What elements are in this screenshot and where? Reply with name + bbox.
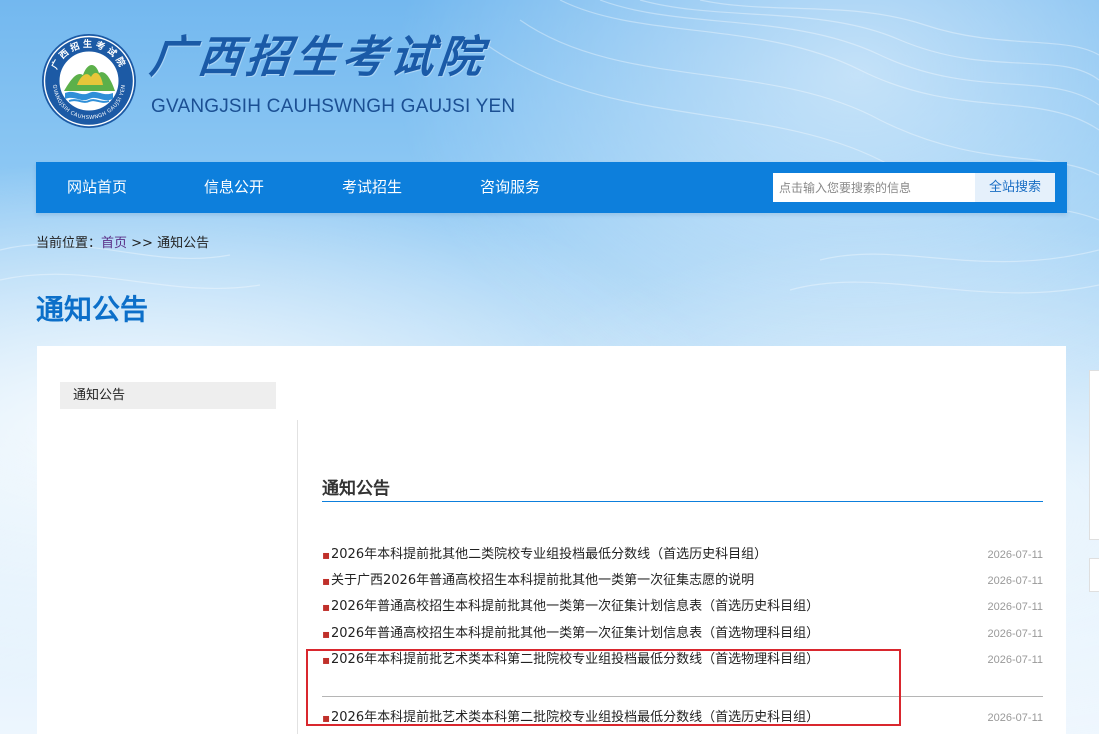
bullet-icon: ▪ [322, 627, 331, 641]
nav-item-exam-admission[interactable]: 考试招生 [342, 162, 402, 213]
list-item: ▪ 2026年本科提前批其他二类院校专业组投档最低分数线（首选历史科目组） 20… [322, 545, 1043, 565]
news-title-link[interactable]: 2026年本科提前批其他二类院校专业组投档最低分数线（首选历史科目组） [331, 545, 767, 565]
right-float-tab[interactable] [1089, 558, 1099, 592]
sidebar-divider [297, 420, 298, 734]
news-title-link[interactable]: 2026年本科提前批艺术类本科第二批院校专业组投档最低分数线（首选历史科目组） [331, 708, 819, 728]
sidebar-item-notices[interactable]: 通知公告 [60, 382, 276, 409]
logo-seal: 广西招生考试院 GVANGJSIH CAUHSWNGH GAUJSI YEN [42, 34, 136, 128]
list-item: ▪ 2026年本科提前批艺术类本科第二批院校专业组投档最低分数线（首选物理科目组… [322, 650, 1043, 670]
search-input[interactable] [773, 173, 975, 202]
page-title: 通知公告 [36, 293, 149, 326]
breadcrumb-home-link[interactable]: 首页 [101, 236, 127, 251]
content-panel: 通知公告 通知公告 ▪ 2026年本科提前批其他二类院校专业组投档最低分数线（首… [37, 346, 1066, 734]
breadcrumb-separator: >> [127, 236, 158, 251]
main-nav-bar: 网站首页 信息公开 考试招生 咨询服务 全站搜索 [36, 162, 1067, 213]
news-date: 2026-07-11 [987, 628, 1043, 640]
breadcrumb: 当前位置：首页 >> 通知公告 [36, 232, 209, 251]
section-title: 通知公告 [322, 479, 390, 499]
site-search-button[interactable]: 全站搜索 [975, 173, 1055, 202]
news-date: 2026-07-11 [987, 712, 1043, 724]
bullet-icon: ▪ [322, 711, 331, 725]
bullet-icon: ▪ [322, 548, 331, 562]
site-title-cn: 广西招生考试院 [147, 32, 489, 83]
news-title-link[interactable]: 2026年普通高校招生本科提前批其他一类第一次征集计划信息表（首选历史科目组） [331, 597, 819, 617]
news-date: 2026-07-11 [987, 654, 1043, 666]
bullet-icon: ▪ [322, 574, 331, 588]
nav-item-consult-service[interactable]: 咨询服务 [480, 162, 540, 213]
news-title-link[interactable]: 2026年普通高校招生本科提前批其他一类第一次征集计划信息表（首选物理科目组） [331, 624, 819, 644]
bullet-icon: ▪ [322, 653, 331, 667]
news-title-link[interactable]: 关于广西2026年普通高校招生本科提前批其他一类第一次征集志愿的说明 [331, 571, 754, 591]
list-divider [322, 696, 1043, 697]
site-title-en: GVANGJSIH CAUHSWNGH GAUJSI YEN [151, 96, 516, 117]
bullet-icon: ▪ [322, 600, 331, 614]
nav-item-info-disclosure[interactable]: 信息公开 [204, 162, 264, 213]
list-item: ▪ 2026年本科提前批艺术类本科第二批院校专业组投档最低分数线（首选历史科目组… [322, 708, 1043, 728]
list-item: ▪ 关于广西2026年普通高校招生本科提前批其他一类第一次征集志愿的说明 202… [322, 571, 1043, 591]
list-item: ▪ 2026年普通高校招生本科提前批其他一类第一次征集计划信息表（首选物理科目组… [322, 624, 1043, 644]
breadcrumb-current: 通知公告 [157, 236, 210, 251]
section-title-underline [322, 501, 1043, 502]
breadcrumb-prefix: 当前位置： [36, 236, 102, 251]
nav-item-home[interactable]: 网站首页 [67, 162, 127, 213]
news-date: 2026-07-11 [987, 575, 1043, 587]
news-title-link[interactable]: 2026年本科提前批艺术类本科第二批院校专业组投档最低分数线（首选物理科目组） [331, 650, 819, 670]
news-date: 2026-07-11 [987, 601, 1043, 613]
news-date: 2026-07-11 [987, 549, 1043, 561]
list-item: ▪ 2026年普通高校招生本科提前批其他一类第一次征集计划信息表（首选历史科目组… [322, 597, 1043, 617]
right-float-panel[interactable] [1089, 370, 1099, 540]
